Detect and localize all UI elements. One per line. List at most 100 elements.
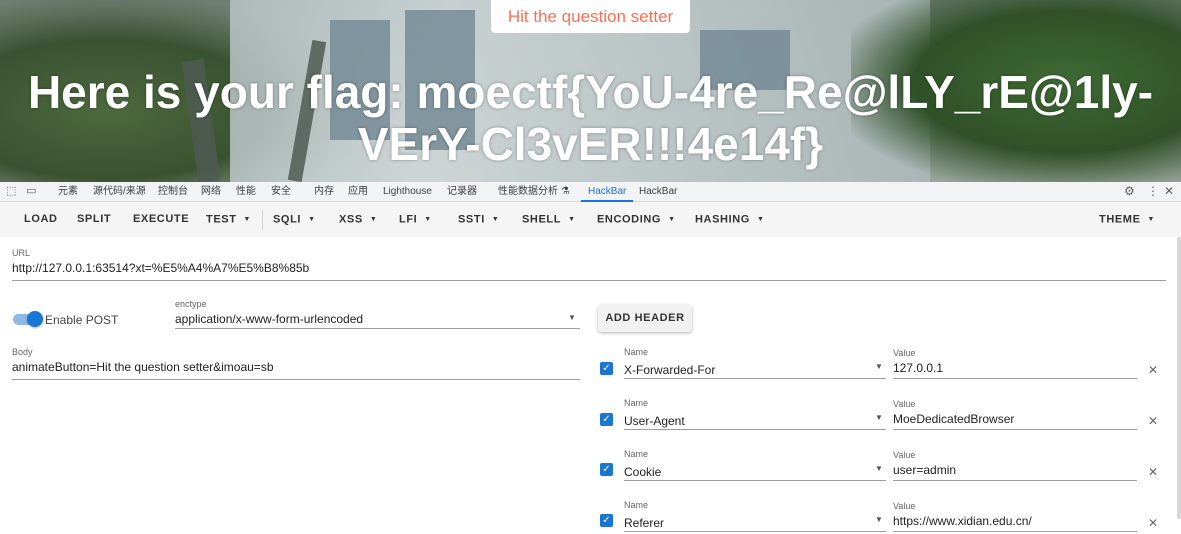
header-name-select[interactable]: Referer bbox=[624, 516, 664, 530]
header-name-select[interactable]: Cookie bbox=[624, 465, 661, 479]
caret-down-icon: ▼ bbox=[568, 216, 576, 223]
enctype-label: enctype bbox=[175, 299, 207, 309]
encoding-label: ENCODING bbox=[597, 213, 662, 226]
enctype-underline bbox=[175, 328, 580, 329]
tab-recorder[interactable]: 记录器 bbox=[447, 182, 477, 202]
devtools-tab-strip: ⬚ ▭ 元素 源代码/来源 控制台 网络 性能 安全 内存 应用 Lightho… bbox=[0, 182, 1181, 202]
body-label: Body bbox=[12, 347, 33, 357]
theme-menu[interactable]: THEME ▼ bbox=[1099, 202, 1155, 237]
header-value-input[interactable]: MoeDedicatedBrowser bbox=[893, 412, 1014, 426]
header-value-underline bbox=[893, 531, 1137, 532]
xss-menu[interactable]: XSS ▼ bbox=[339, 202, 377, 237]
hashing-menu[interactable]: HASHING ▼ bbox=[695, 202, 764, 237]
add-header-button[interactable]: ADD HEADER bbox=[598, 305, 692, 332]
tab-sources[interactable]: 源代码/来源 bbox=[93, 182, 146, 202]
lfi-label: LFI bbox=[399, 213, 418, 226]
caret-down-icon: ▼ bbox=[491, 216, 500, 223]
panel-scrollbar[interactable] bbox=[1177, 237, 1181, 519]
remove-header-icon[interactable]: ✕ bbox=[1148, 516, 1158, 530]
header-value-input[interactable]: https://www.xidian.edu.cn/ bbox=[893, 514, 1032, 528]
header-value-underline bbox=[893, 429, 1137, 430]
remove-header-icon[interactable]: ✕ bbox=[1148, 414, 1158, 428]
hackbar-toolbar: LOAD SPLIT EXECUTE TEST ▼ SQLI ▼ XSS ▼ LFI ▼… bbox=[0, 202, 1181, 237]
header-value-label: Value bbox=[893, 399, 916, 409]
theme-label: THEME bbox=[1099, 213, 1141, 226]
header-name-label: Name bbox=[624, 500, 649, 510]
load-button[interactable]: LOAD bbox=[24, 202, 58, 237]
flag-heading: Here is your flag: moectf{YoU-4re_Re@lLY… bbox=[27, 66, 1154, 170]
sqli-menu[interactable]: SQLI ▼ bbox=[273, 202, 316, 237]
test-menu[interactable]: TEST ▼ bbox=[206, 202, 251, 237]
header-name-underline bbox=[624, 429, 886, 430]
caret-down-icon: ▼ bbox=[668, 216, 676, 223]
tab-network[interactable]: 网络 bbox=[201, 182, 221, 202]
header-value-input[interactable]: user=admin bbox=[893, 463, 956, 477]
execute-button[interactable]: EXECUTE bbox=[133, 202, 189, 237]
tab-application[interactable]: 应用 bbox=[348, 182, 368, 202]
tab-security[interactable]: 安全 bbox=[271, 182, 291, 202]
tab-lighthouse[interactable]: Lighthouse bbox=[383, 182, 432, 202]
caret-down-icon: ▼ bbox=[243, 216, 252, 223]
tab-hackbar-active[interactable]: HackBar bbox=[581, 182, 634, 202]
url-input[interactable]: http://127.0.0.1:63514?xt=%E5%A4%A7%E5%B… bbox=[12, 261, 309, 275]
checkbox-checked-icon[interactable]: ✓ bbox=[600, 362, 613, 375]
hashing-label: HASHING bbox=[695, 213, 750, 226]
header-value-input[interactable]: 127.0.0.1 bbox=[893, 361, 943, 375]
split-button[interactable]: SPLIT bbox=[77, 202, 111, 237]
body-input[interactable]: animateButton=Hit the question setter&im… bbox=[12, 360, 274, 374]
caret-down-icon: ▼ bbox=[369, 216, 378, 223]
caret-down-icon: ▼ bbox=[1147, 216, 1156, 223]
tab-elements[interactable]: 元素 bbox=[58, 182, 78, 202]
remove-header-icon[interactable]: ✕ bbox=[1148, 465, 1158, 479]
chevron-down-icon[interactable]: ▼ bbox=[875, 362, 883, 371]
header-value-underline bbox=[893, 480, 1137, 481]
caret-down-icon: ▼ bbox=[424, 216, 432, 223]
caret-down-icon: ▼ bbox=[308, 216, 316, 223]
inspect-element-icon[interactable]: ⬚ bbox=[6, 182, 16, 202]
chevron-down-icon[interactable]: ▼ bbox=[875, 464, 883, 473]
header-value-label: Value bbox=[893, 450, 916, 460]
header-value-underline bbox=[893, 378, 1137, 379]
chevron-down-icon[interactable]: ▼ bbox=[568, 313, 576, 322]
shell-label: SHELL bbox=[522, 213, 562, 226]
sqli-label: SQLI bbox=[273, 213, 302, 226]
xss-label: XSS bbox=[339, 213, 363, 226]
remove-header-icon[interactable]: ✕ bbox=[1148, 363, 1158, 377]
test-label: TEST bbox=[206, 213, 237, 226]
close-icon[interactable]: ✕ bbox=[1164, 182, 1174, 202]
tab-performance-insights[interactable]: 性能数据分析 ⚗ bbox=[498, 182, 570, 202]
more-vert-icon[interactable]: ⋮ bbox=[1147, 182, 1159, 202]
checkbox-checked-icon[interactable]: ✓ bbox=[600, 463, 613, 476]
enctype-select[interactable]: application/x-www-form-urlencoded bbox=[175, 312, 363, 326]
tab-hackbar[interactable]: HackBar bbox=[639, 182, 677, 202]
tab-console[interactable]: 控制台 bbox=[158, 182, 188, 202]
page-hero: Hit the question setter Here is your fla… bbox=[0, 0, 1181, 182]
header-name-label: Name bbox=[624, 347, 649, 357]
encoding-menu[interactable]: ENCODING ▼ bbox=[597, 202, 676, 237]
header-name-underline bbox=[624, 531, 886, 532]
device-toolbar-icon[interactable]: ▭ bbox=[26, 182, 36, 202]
header-name-select[interactable]: X-Forwarded-For bbox=[624, 363, 715, 377]
toolbar-divider bbox=[262, 210, 263, 230]
shell-menu[interactable]: SHELL ▼ bbox=[522, 202, 576, 237]
ssti-menu[interactable]: SSTI ▼ bbox=[458, 202, 499, 237]
header-name-select[interactable]: User-Agent bbox=[624, 414, 685, 428]
gear-icon[interactable]: ⚙ bbox=[1124, 182, 1135, 202]
tab-performance[interactable]: 性能 bbox=[236, 182, 256, 202]
checkbox-checked-icon[interactable]: ✓ bbox=[600, 413, 613, 426]
enable-post-toggle-knob[interactable] bbox=[27, 311, 43, 327]
header-name-label: Name bbox=[624, 449, 649, 459]
hit-question-setter-button[interactable]: Hit the question setter bbox=[491, 0, 690, 33]
body-underline bbox=[12, 379, 580, 380]
caret-down-icon: ▼ bbox=[756, 216, 765, 223]
header-name-underline bbox=[624, 378, 886, 379]
tab-memory[interactable]: 内存 bbox=[314, 182, 334, 202]
chevron-down-icon[interactable]: ▼ bbox=[875, 413, 883, 422]
header-value-label: Value bbox=[893, 501, 916, 511]
header-name-underline bbox=[624, 480, 886, 481]
chevron-down-icon[interactable]: ▼ bbox=[875, 515, 883, 524]
header-name-label: Name bbox=[624, 398, 649, 408]
url-label: URL bbox=[12, 248, 31, 258]
lfi-menu[interactable]: LFI ▼ bbox=[399, 202, 432, 237]
checkbox-checked-icon[interactable]: ✓ bbox=[600, 514, 613, 527]
